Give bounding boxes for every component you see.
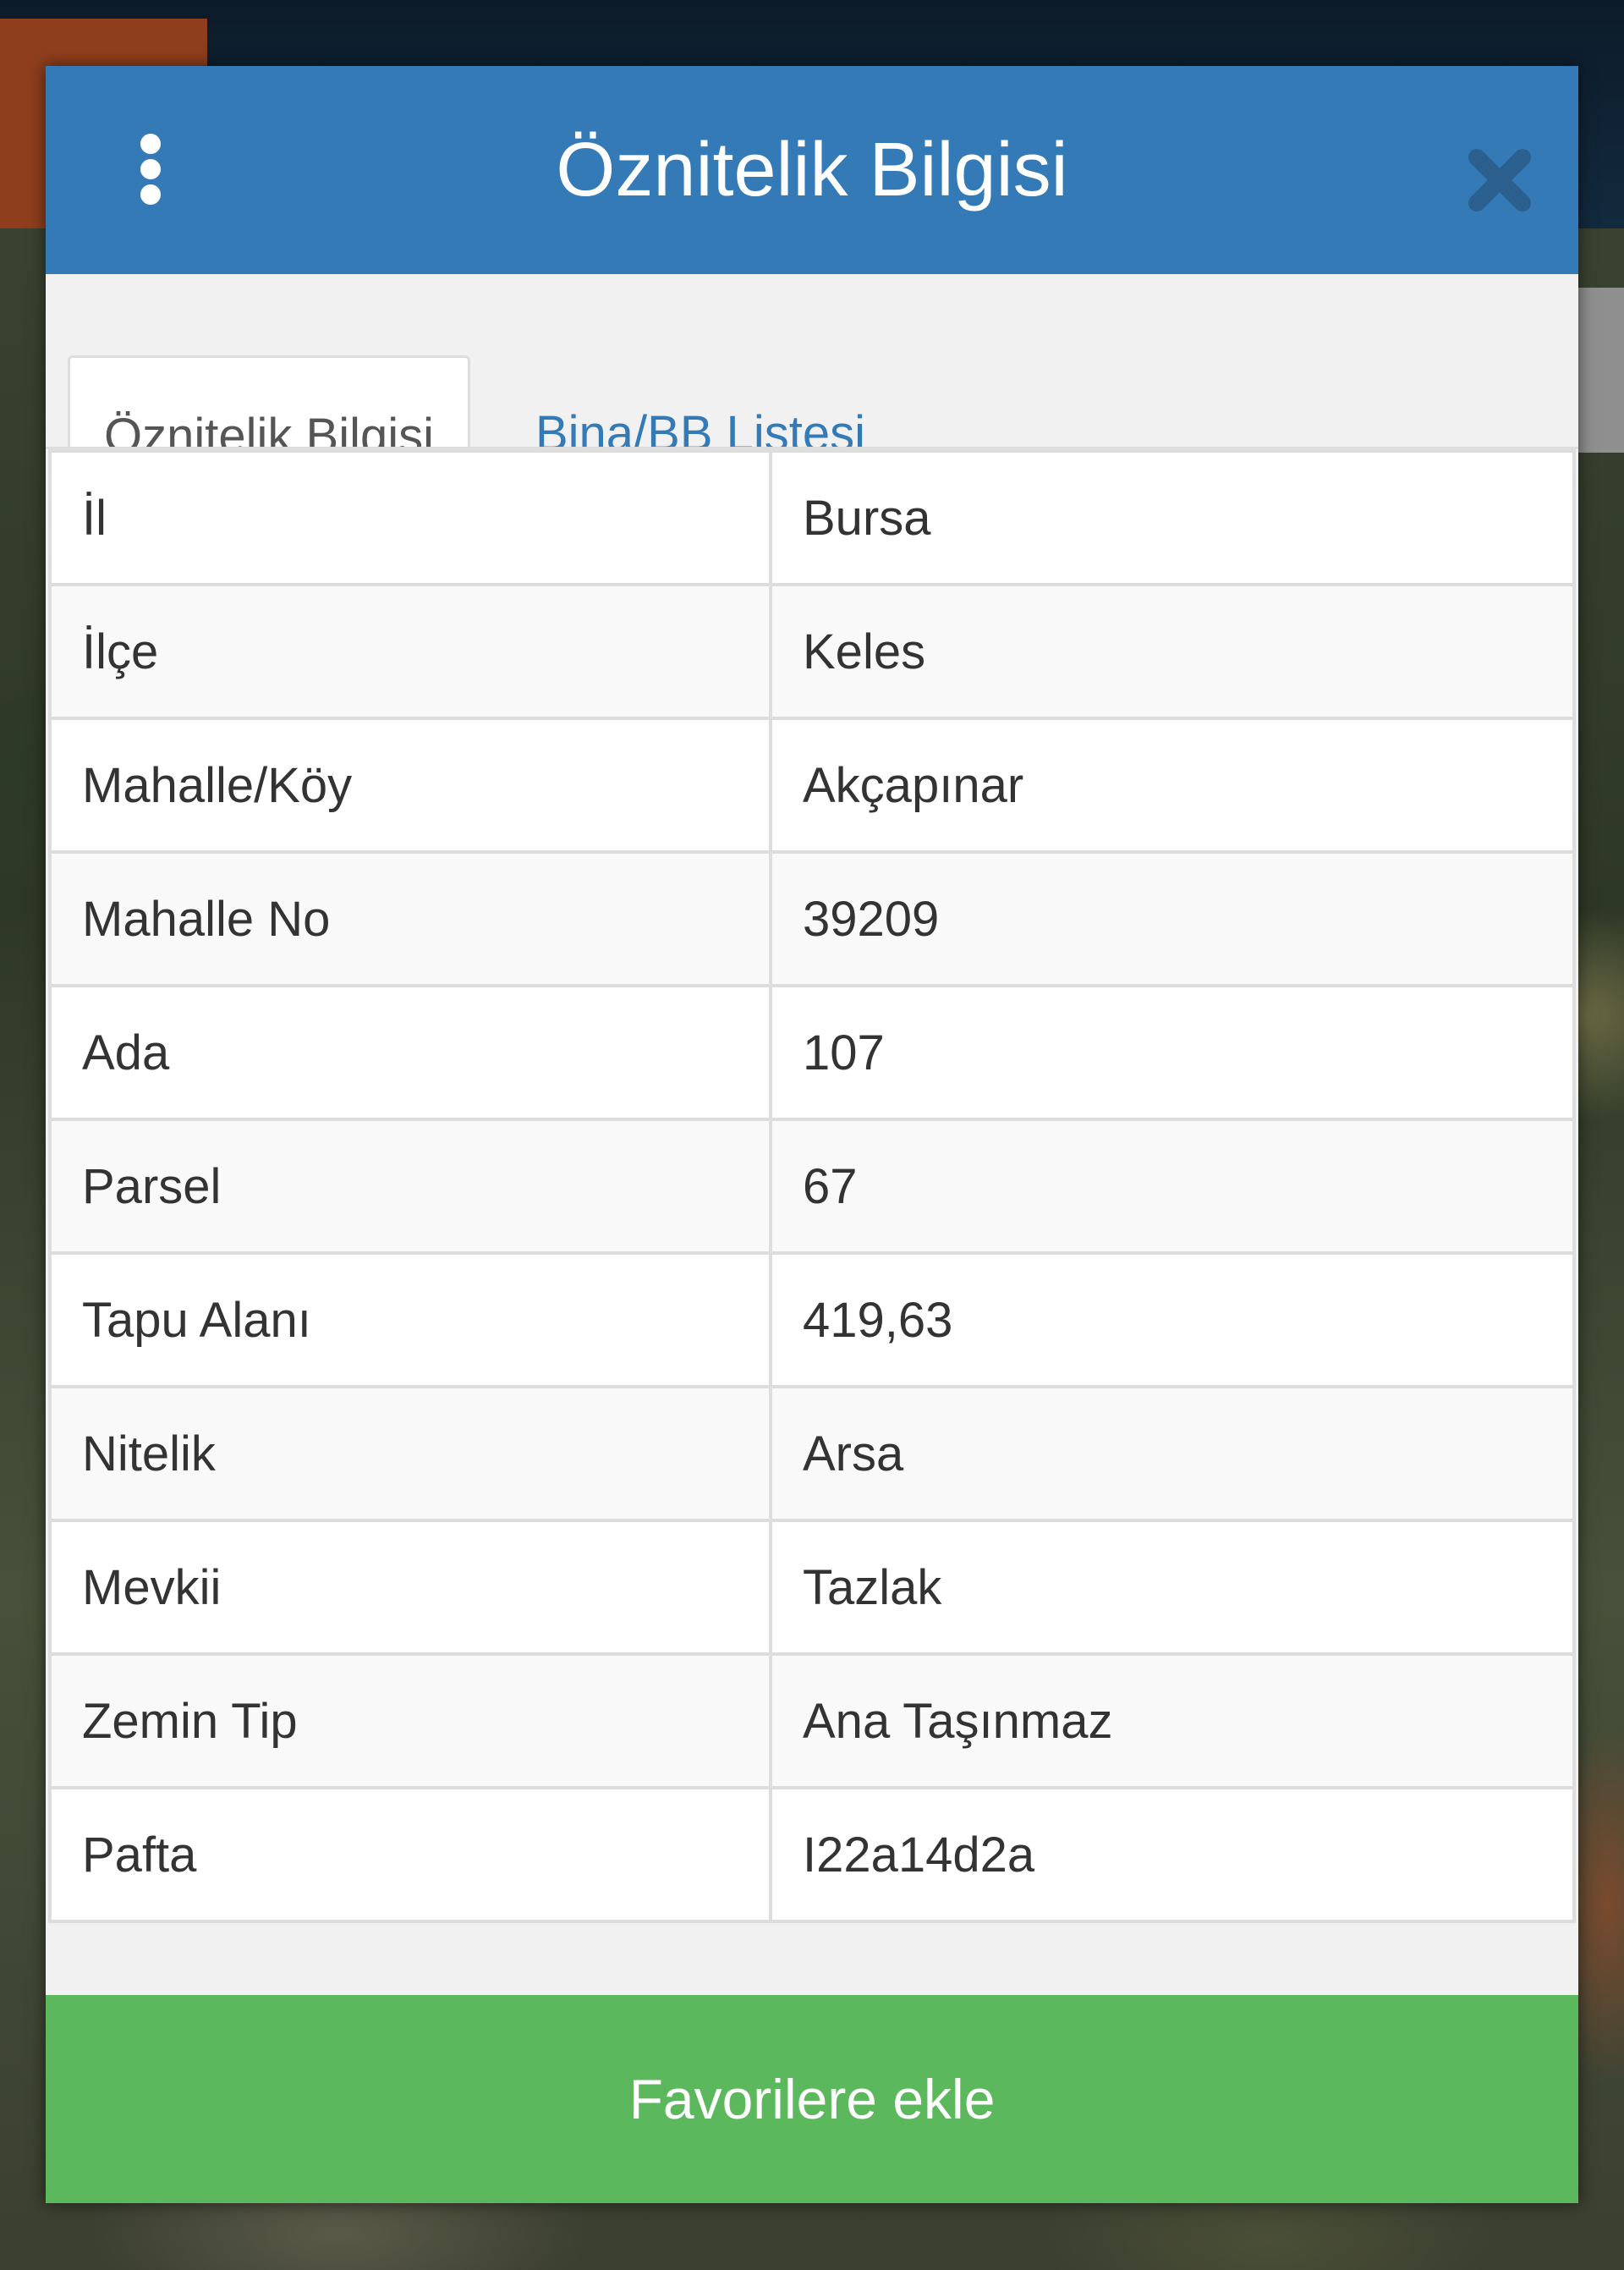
more-vertical-icon[interactable] [120,127,179,212]
table-row: Ada 107 [48,984,1576,1121]
attribute-key: Tapu Alanı [48,1251,772,1388]
table-row: İlçe Keles [48,583,1576,720]
close-icon[interactable] [1462,142,1538,218]
table-row: Mevkii Tazlak [48,1519,1576,1656]
attribute-value: Akçapınar [769,717,1576,854]
attribute-value: Tazlak [769,1519,1576,1656]
dialog-title: Öznitelik Bilgisi [556,128,1068,212]
attribute-key: Ada [48,984,772,1121]
table-row: İl Bursa [48,449,1576,586]
attribute-key: Nitelik [48,1385,772,1522]
attribute-key: Mahalle/Köy [48,717,772,854]
attribute-key: İlçe [48,583,772,720]
dialog-header: Öznitelik Bilgisi [46,66,1578,274]
attribute-value: 107 [769,984,1576,1121]
attribute-value: Ana Taşınmaz [769,1652,1576,1789]
table-row: Zemin Tip Ana Taşınmaz [48,1652,1576,1789]
attribute-value: 39209 [769,850,1576,987]
map-side-control[interactable] [1578,288,1624,453]
table-row: Mahalle No 39209 [48,850,1576,987]
attribute-key: Parsel [48,1118,772,1255]
attribute-value: Keles [769,583,1576,720]
table-row: Parsel 67 [48,1118,1576,1255]
attribute-info-dialog: Öznitelik Bilgisi Öznitelik Bilgisi Bina… [46,66,1578,2203]
add-to-favorites-button[interactable]: Favorilere ekle [46,1995,1578,2203]
table-row: Pafta I22a14d2a [48,1786,1576,1923]
attribute-key: Mahalle No [48,850,772,987]
menu-dot [140,159,161,179]
attribute-value: Arsa [769,1385,1576,1522]
table-row: Tapu Alanı 419,63 [48,1251,1576,1388]
attribute-table: İl Bursa İlçe Keles Mahalle/Köy Akçapına… [48,449,1576,1923]
attribute-key: Mevkii [48,1519,772,1656]
menu-dot [140,134,161,154]
menu-dot [140,184,161,205]
attribute-value: 419,63 [769,1251,1576,1388]
attribute-key: Zemin Tip [48,1652,772,1789]
table-row: Nitelik Arsa [48,1385,1576,1522]
table-row: Mahalle/Köy Akçapınar [48,717,1576,854]
attribute-value: 67 [769,1118,1576,1255]
attribute-value: Bursa [769,449,1576,586]
attribute-key: Pafta [48,1786,772,1923]
attribute-key: İl [48,449,772,586]
attribute-value: I22a14d2a [769,1786,1576,1923]
